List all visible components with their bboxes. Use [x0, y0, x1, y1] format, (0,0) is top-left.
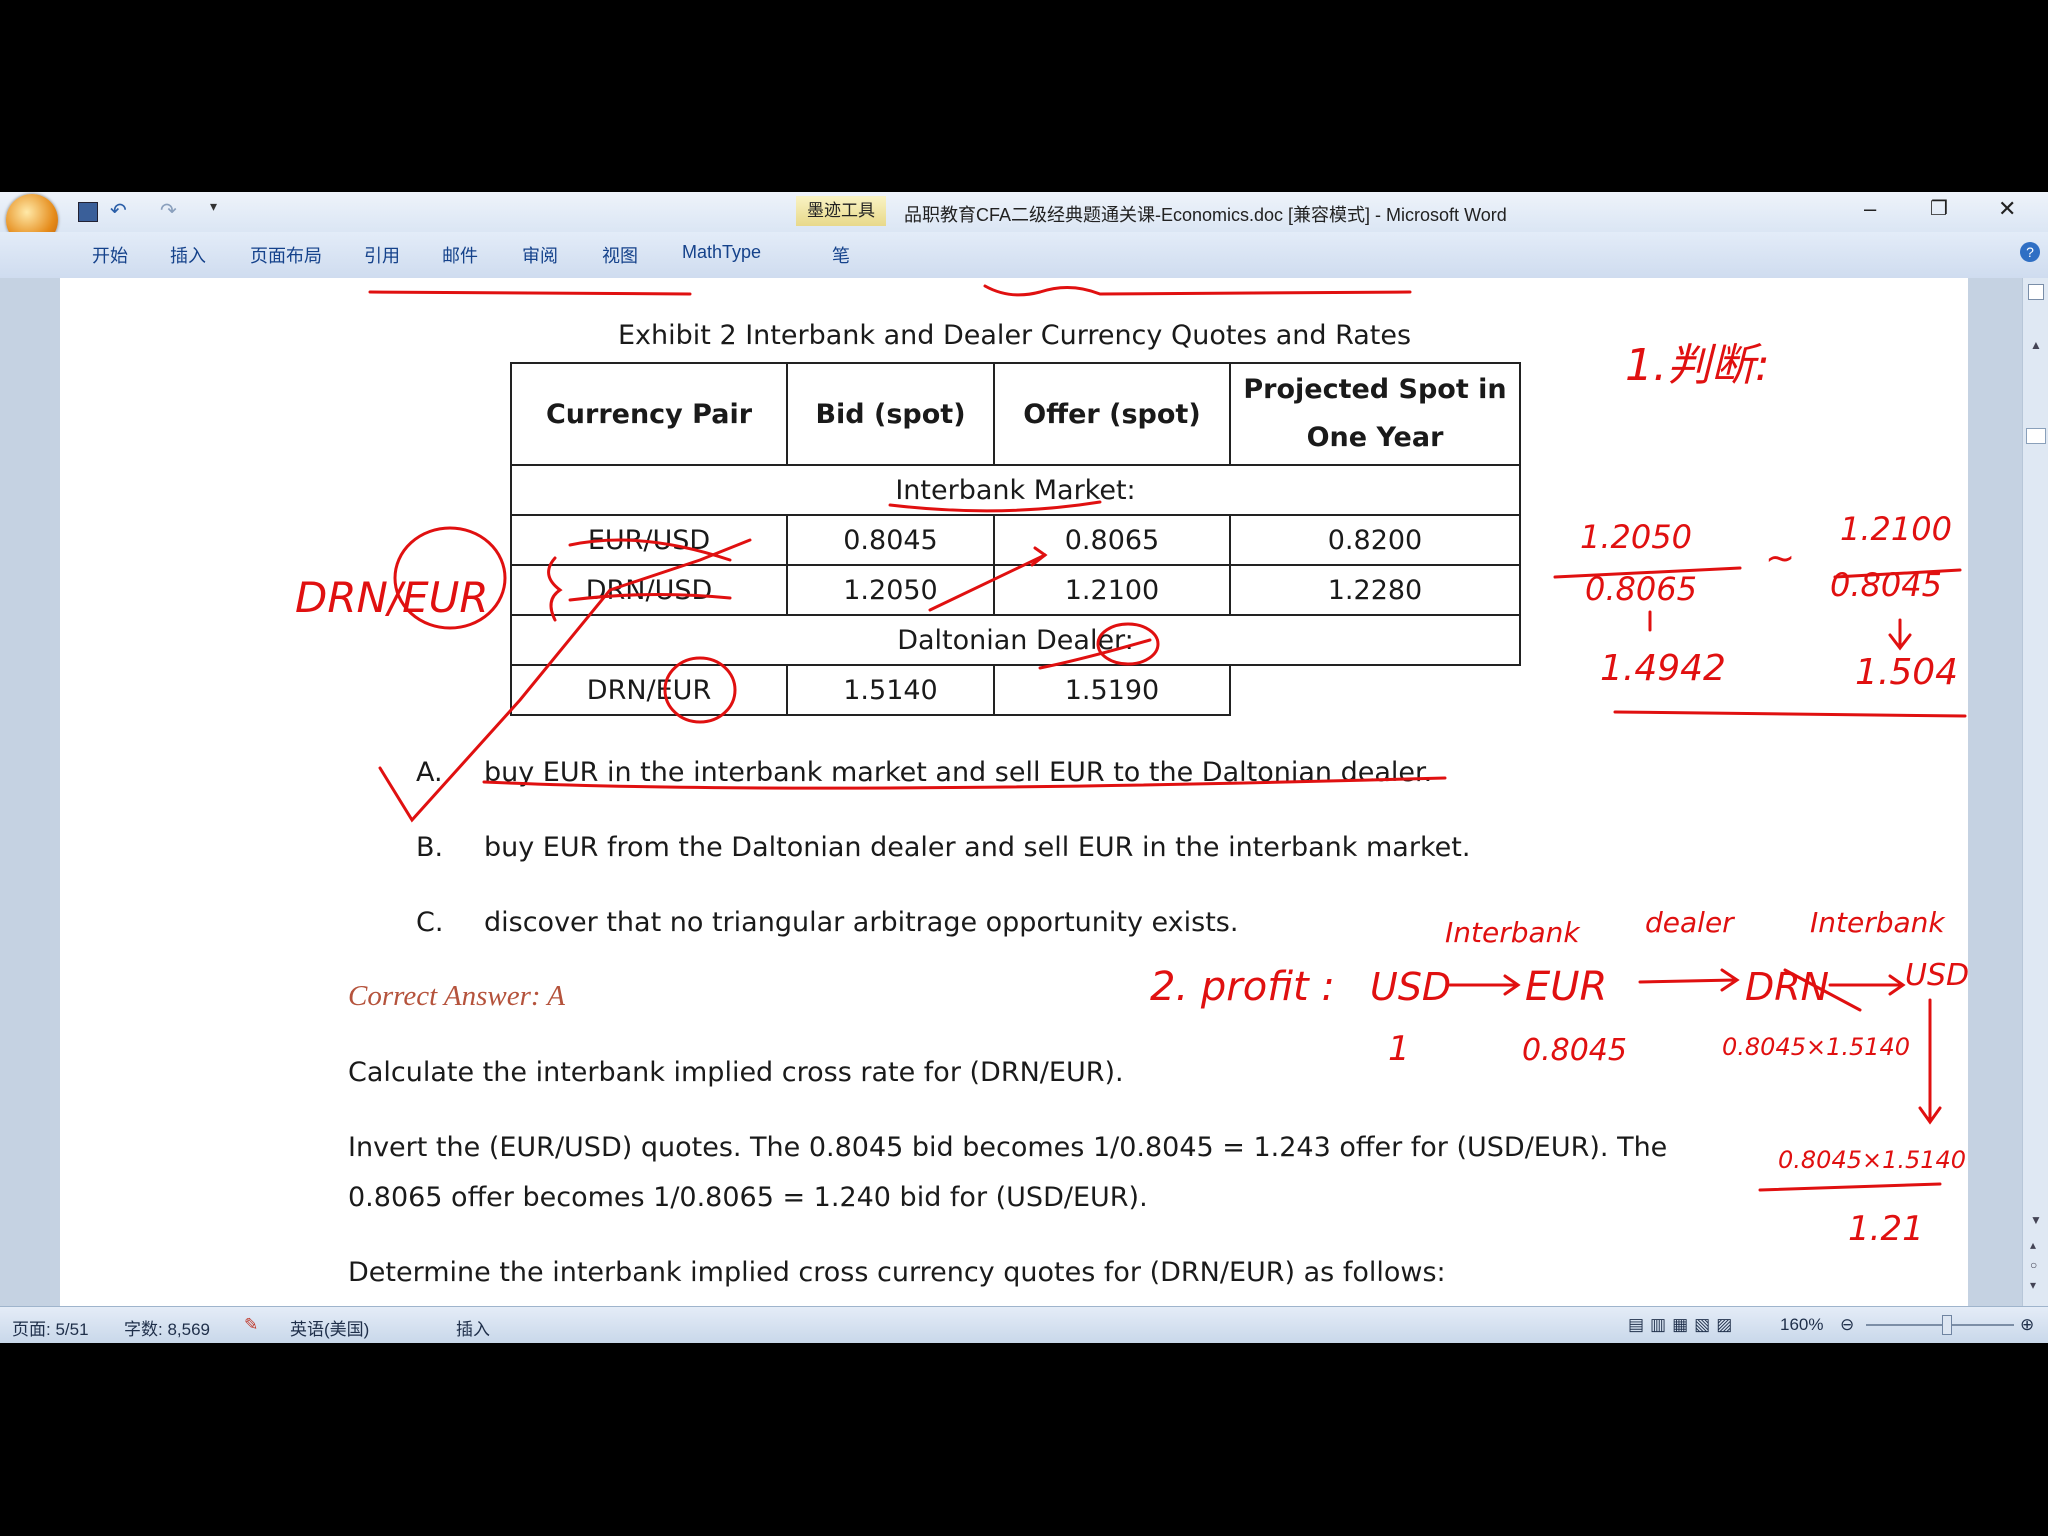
paragraph-2-line2: 0.8065 offer becomes 1/0.8065 = 1.240 bi… [348, 1182, 1148, 1213]
header-cell: Projected Spot in One Year [1229, 362, 1521, 466]
paragraph-2-line1: Invert the (EUR/USD) quotes. The 0.8045 … [348, 1132, 1668, 1163]
table-row: EUR/USD 0.8045 0.8065 0.8200 [510, 514, 1521, 566]
table-cell: 0.8045 [786, 514, 995, 566]
language[interactable]: 英语(美国) [290, 1315, 369, 1340]
help-icon[interactable]: ? [2020, 242, 2040, 262]
title-bar: ↶ ↷ ▾ 墨迹工具 品职教育CFA二级经典题通关课-Economics.doc… [0, 192, 2048, 246]
empty-cell [1230, 665, 1520, 715]
tab-mailings[interactable]: 邮件 [436, 238, 484, 272]
tab-insert[interactable]: 插入 [164, 238, 212, 272]
tab-page-layout[interactable]: 页面布局 [244, 238, 328, 272]
table-cell: 1.2100 [993, 564, 1231, 616]
restore-button[interactable]: ❐ [1930, 196, 1948, 221]
table-cell: DRN/USD [510, 564, 788, 616]
tab-references[interactable]: 引用 [358, 238, 406, 272]
next-page-icon[interactable]: ▾ [2030, 1278, 2036, 1292]
table-header-row: Currency Pair Bid (spot) Offer (spot) Pr… [510, 362, 1521, 466]
header-cell: Offer (spot) [993, 362, 1231, 466]
ruler-icon[interactable] [2028, 284, 2044, 300]
ribbon-tabs: 开始 插入 页面布局 引用 邮件 审阅 视图 MathType 笔 ? [0, 232, 2048, 279]
zoom-level[interactable]: 160% [1780, 1315, 1823, 1335]
table-section-row: Daltonian Dealer: [510, 614, 1521, 666]
save-icon[interactable] [78, 202, 98, 222]
scroll-down-arrow[interactable]: ▼ [2030, 1213, 2042, 1227]
option-c-text: discover that no triangular arbitrage op… [484, 907, 1239, 938]
zoom-slider-thumb[interactable] [1942, 1315, 1952, 1335]
section-label: Interbank Market: [510, 464, 1521, 516]
zoom-out-button[interactable]: ⊖ [1840, 1315, 1854, 1335]
ink-tools-label: 墨迹工具 [796, 196, 886, 226]
option-a-letter: A. [416, 757, 443, 788]
minimize-button[interactable]: – [1864, 196, 1876, 222]
quick-access-dropdown-icon[interactable]: ▾ [210, 198, 217, 215]
prev-page-icon[interactable]: ▴ [2030, 1238, 2036, 1252]
tab-mathtype[interactable]: MathType [676, 238, 767, 267]
header-cell: Bid (spot) [786, 362, 995, 466]
window-title: 品职教育CFA二级经典题通关课-Economics.doc [兼容模式] - M… [904, 205, 1507, 225]
table-section-row: Interbank Market: [510, 464, 1521, 516]
table-cell: 1.5190 [993, 664, 1231, 716]
close-button[interactable]: ✕ [1998, 196, 2016, 222]
table-cell: 0.8065 [993, 514, 1231, 566]
option-a-text: buy EUR in the interbank market and sell… [484, 757, 1433, 788]
zoom-slider[interactable] [1866, 1324, 2014, 1326]
scroll-up-arrow[interactable]: ▲ [2030, 338, 2042, 352]
section-label: Daltonian Dealer: [510, 614, 1521, 666]
vertical-scrollbar[interactable]: ▲ ▼ ▴ ○ ▾ [2022, 278, 2048, 1306]
exhibit-table: Currency Pair Bid (spot) Offer (spot) Pr… [510, 362, 1521, 716]
page-count[interactable]: 页面: 5/51 [12, 1315, 89, 1340]
view-buttons[interactable]: ▤▥▦▧▨ [1628, 1315, 1738, 1335]
header-cell: Currency Pair [510, 362, 788, 466]
tab-review[interactable]: 审阅 [516, 238, 564, 272]
tab-pen[interactable]: 笔 [826, 238, 856, 272]
table-cell: 0.8200 [1229, 514, 1521, 566]
paragraph-1: Calculate the interbank implied cross ra… [348, 1057, 1124, 1088]
table-cell: DRN/EUR [510, 664, 788, 716]
correct-answer: Correct Answer: A [348, 980, 565, 1012]
redo-icon[interactable]: ↷ [160, 198, 177, 223]
undo-icon[interactable]: ↶ [110, 198, 127, 223]
zoom-in-button[interactable]: ⊕ [2020, 1315, 2034, 1335]
table-cell: 1.2050 [786, 564, 995, 616]
option-b-letter: B. [416, 832, 444, 863]
table-cell: EUR/USD [510, 514, 788, 566]
word-count[interactable]: 字数: 8,569 [124, 1315, 210, 1340]
browse-object-icon[interactable]: ○ [2030, 1258, 2037, 1272]
table-cell: 1.5140 [786, 664, 995, 716]
option-b-text: buy EUR from the Daltonian dealer and se… [484, 832, 1471, 863]
table-row: DRN/EUR 1.5140 1.5190 [510, 664, 1520, 716]
scroll-thumb[interactable] [2026, 428, 2046, 444]
paragraph-3: Determine the interbank implied cross cu… [348, 1257, 1446, 1288]
status-bar: 页面: 5/51 字数: 8,569 ✎ 英语(美国) 插入 ▤▥▦▧▨ 160… [0, 1306, 2048, 1343]
option-c-letter: C. [416, 907, 444, 938]
tab-home[interactable]: 开始 [86, 238, 134, 272]
proofing-icon[interactable]: ✎ [244, 1315, 258, 1335]
exhibit-title: Exhibit 2 Interbank and Dealer Currency … [618, 320, 1412, 351]
insert-mode[interactable]: 插入 [456, 1315, 490, 1340]
table-cell: 1.2280 [1229, 564, 1521, 616]
table-row: DRN/USD 1.2050 1.2100 1.2280 [510, 564, 1521, 616]
tab-view[interactable]: 视图 [596, 238, 644, 272]
